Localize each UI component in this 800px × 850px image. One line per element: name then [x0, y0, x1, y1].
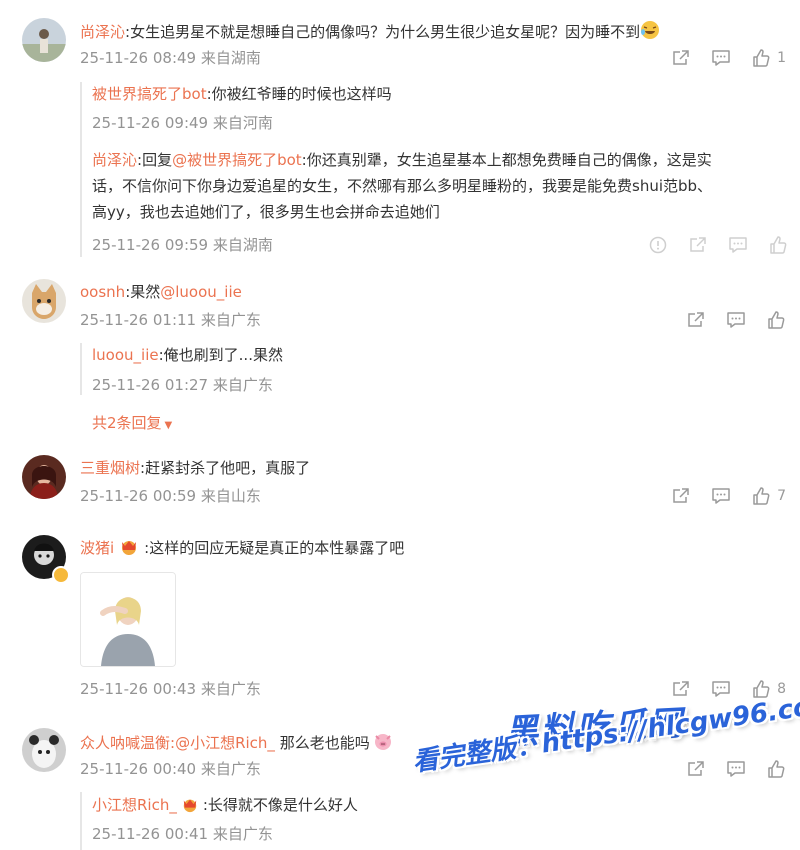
comment-icon[interactable] [728, 235, 748, 255]
comment-meta: 25-11-26 00:59 来自山东 [80, 487, 261, 505]
comment-actions: 1 [651, 47, 786, 69]
comment-meta: 25-11-26 00:40 来自广东 [80, 760, 261, 778]
comment-text: oosnh:果然@luoou_iie [80, 283, 242, 301]
caret-down-icon: ▼ [164, 420, 173, 431]
comment-text: 尚泽沁:女生追男星不就是想睡自己的偶像吗？为什么男生很少追女星呢？因为睡不到 [80, 20, 660, 45]
reply-text: luoou_iie:俺也刷到了...果然 [92, 346, 283, 364]
share-icon[interactable] [686, 759, 706, 779]
comment-icon[interactable] [726, 310, 746, 330]
share-icon[interactable] [671, 486, 691, 506]
reply-text-cont: 高yy，我也去追她们了，很多男生也会拼命去追她们 [92, 203, 440, 221]
comment-meta: 25-11-26 01:11 来自广东 [80, 311, 261, 329]
comment-image[interactable] [80, 572, 176, 667]
username[interactable]: 三重烟树 [80, 459, 140, 477]
reply-box: 小江想Rich_:长得就不像是什么好人 25-11-26 00:41 来自广东 [80, 792, 792, 850]
reply-box: luoou_iie:俺也刷到了...果然 25-11-26 01:27 来自广东 [80, 343, 792, 395]
username[interactable]: luoou_iie [92, 346, 159, 364]
member-crown-icon [118, 538, 140, 561]
comment-meta: 25-11-26 08:49 来自湖南 [80, 49, 261, 67]
reply-box: 被世界搞死了bot:你被红爷睡的时候也这样吗 25-11-26 09:49 来自… [80, 82, 792, 257]
like-button[interactable]: 7 [751, 486, 786, 506]
reply-text: 被世界搞死了bot:你被红爷睡的时候也这样吗 [92, 85, 392, 103]
username[interactable]: 众人呐喊温衡 [80, 734, 170, 752]
like-icon[interactable] [768, 235, 788, 255]
avatar[interactable] [22, 18, 66, 62]
reply-meta: 25-11-26 09:59 来自湖南 [92, 236, 273, 254]
avatar[interactable] [22, 455, 66, 499]
avatar[interactable] [22, 728, 66, 772]
share-icon[interactable] [688, 235, 708, 255]
comment-actions [666, 758, 786, 780]
mention-link[interactable]: @被世界搞死了bot [172, 151, 302, 169]
comment-icon[interactable] [711, 679, 731, 699]
username[interactable]: 被世界搞死了bot [92, 85, 207, 103]
reply-meta: 25-11-26 00:41 来自广东 [92, 825, 273, 843]
comment-icon[interactable] [726, 759, 746, 779]
mention-link[interactable]: :@小江想Rich_ [170, 734, 275, 752]
reply-text: 尚泽沁:回复@被世界搞死了bot:你还真别犟，女生追星基本上都想免费睡自己的偶像… [92, 151, 712, 169]
username[interactable]: 小江想Rich_ [92, 796, 177, 814]
member-crown-icon [180, 797, 200, 818]
like-icon[interactable] [766, 310, 786, 330]
reply-actions [628, 234, 788, 256]
comment-text: 众人呐喊温衡:@小江想Rich_ 那么老也能吗 [80, 731, 393, 756]
share-icon[interactable] [686, 310, 706, 330]
reply-meta: 25-11-26 09:49 来自河南 [92, 114, 273, 132]
comment-icon[interactable] [711, 486, 731, 506]
like-icon[interactable] [766, 759, 786, 779]
username[interactable]: 尚泽沁 [92, 151, 137, 169]
username[interactable]: 尚泽沁 [80, 23, 125, 41]
laugh-cry-emoji [640, 20, 660, 45]
more-replies-link[interactable]: 共2条回复 ▼ [92, 412, 172, 433]
reply-meta: 25-11-26 01:27 来自广东 [92, 376, 273, 394]
reply-text-cont: 话，不信你问下你身边爱追星的女生，不然哪有那么多明星睡粉的，我要是能免费shui… [92, 177, 713, 195]
pig-emoji [373, 731, 393, 756]
like-icon [751, 486, 771, 506]
comment-actions: 7 [651, 485, 786, 507]
username[interactable]: oosnh [80, 283, 125, 301]
comment-text: 三重烟树:赶紧封杀了他吧，真服了 [80, 459, 311, 477]
like-button[interactable]: 1 [751, 48, 786, 68]
reply-text: 小江想Rich_:长得就不像是什么好人 [92, 795, 358, 818]
mention-link[interactable]: @luoou_iie [160, 283, 242, 301]
report-icon[interactable] [648, 235, 668, 255]
comment-actions [666, 309, 786, 331]
verified-badge-icon [52, 566, 70, 584]
comment-text: 波猪i:这样的回应无疑是真正的本性暴露了吧 [80, 538, 404, 561]
avatar[interactable] [22, 279, 66, 323]
share-icon[interactable] [671, 48, 691, 68]
username[interactable]: 波猪i [80, 539, 114, 557]
like-icon [751, 48, 771, 68]
comment-meta: 25-11-26 00:43 来自广东 [80, 680, 261, 698]
comment-icon[interactable] [711, 48, 731, 68]
